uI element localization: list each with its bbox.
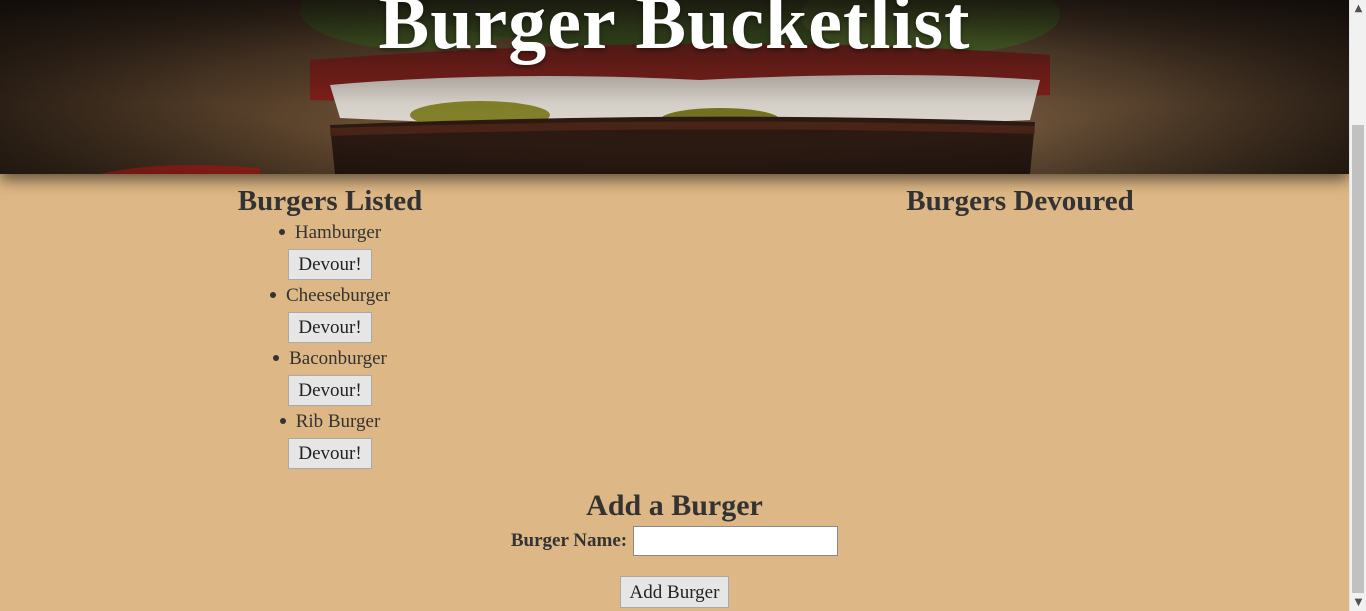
page: Burger Bucketlist Burgers Listed Hamburg… — [0, 0, 1349, 611]
burger-name-label: Burger Name: — [510, 530, 628, 551]
burger-name: Baconburger — [289, 348, 387, 369]
list-item: Cheeseburger Devour! — [120, 285, 540, 344]
burger-name: Hamburger — [294, 222, 382, 243]
burger-name: Rib Burger — [295, 411, 381, 432]
add-burger-form: Add a Burger Burger Name: Add Burger — [0, 488, 1349, 608]
list-item: Rib Burger Devour! — [120, 411, 540, 470]
devour-button[interactable]: Devour! — [288, 438, 372, 469]
devour-button[interactable]: Devour! — [288, 249, 372, 280]
page-title: Burger Bucketlist — [378, 0, 971, 65]
bullet-icon — [273, 354, 280, 361]
chevron-down-icon[interactable]: ▼ — [1350, 594, 1366, 611]
burgers-listed-heading: Burgers Listed — [237, 185, 423, 217]
chevron-up-icon[interactable]: ▲ — [1350, 0, 1366, 17]
burgers-listed-section: Burgers Listed Hamburger Devour! Cheeseb… — [120, 184, 540, 470]
hero-header: Burger Bucketlist — [0, 0, 1349, 174]
bullet-icon — [278, 228, 285, 235]
list-item: Baconburger Devour! — [120, 348, 540, 407]
add-burger-button[interactable]: Add Burger — [619, 576, 730, 608]
burgers-devoured-heading: Burgers Devoured — [906, 185, 1134, 217]
list-item: Hamburger Devour! — [120, 222, 540, 281]
bullet-icon — [269, 291, 276, 298]
add-burger-heading: Add a Burger — [586, 489, 763, 522]
burger-name-input[interactable] — [633, 526, 839, 556]
scrollbar-thumb[interactable] — [1352, 125, 1364, 593]
bullet-icon — [279, 417, 286, 424]
burger-name: Cheeseburger — [285, 285, 391, 306]
devour-button[interactable]: Devour! — [288, 312, 372, 343]
vertical-scrollbar[interactable]: ▲ ▼ — [1349, 0, 1366, 611]
devour-button[interactable]: Devour! — [288, 375, 372, 406]
burgers-devoured-section: Burgers Devoured — [810, 184, 1230, 218]
burgers-listed-list: Hamburger Devour! Cheeseburger Devour! B… — [120, 222, 540, 470]
